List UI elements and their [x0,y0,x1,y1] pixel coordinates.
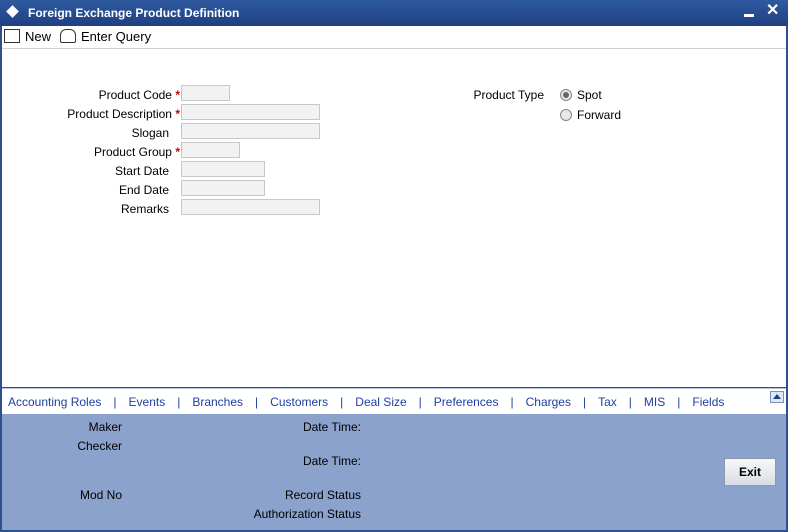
tab-branches[interactable]: Branches [192,395,243,409]
tab-events[interactable]: Events [129,395,166,409]
window-title: Foreign Exchange Product Definition [28,6,240,20]
new-document-icon [4,29,20,43]
tab-customers[interactable]: Customers [270,395,328,409]
product-code-label: Product Code * [98,88,180,102]
spot-radio[interactable] [560,89,572,101]
tab-separator: | [113,395,117,409]
end-date-input[interactable] [181,180,265,196]
tab-separator: | [582,395,587,409]
product-description-input[interactable] [181,104,320,120]
mod-no-label: Mod No [79,488,122,502]
window-diamond-icon [6,5,19,18]
product-type-label: Product Type [473,88,545,102]
minimize-button[interactable]: ▬ [744,7,754,23]
audit-footer: Maker Checker Mod No Date Time: Date Tim… [2,414,786,530]
product-description-label: Product Description * [67,107,180,121]
forward-radio[interactable] [560,109,572,121]
form-area: Product Code * Product Description * Slo… [2,49,786,387]
application-window: Foreign Exchange Product Definition ▬ ✕ … [0,0,788,532]
forward-label: Forward [577,108,622,122]
authorization-status-label: Authorization Status [253,507,361,521]
start-date-label: Start Date [114,164,169,178]
scroll-up-icon[interactable] [770,391,784,403]
slogan-input[interactable] [181,123,320,139]
checker-date-time-label: Date Time: [302,454,361,468]
product-type-spot-option[interactable]: Spot [560,88,602,102]
tab-strip: Accounting Roles | Events | Branches | C… [8,395,724,409]
maker-label: Maker [88,420,122,434]
close-button[interactable]: ✕ [766,3,779,19]
title-bar: Foreign Exchange Product Definition ▬ ✕ [0,0,788,26]
database-query-icon [60,29,76,43]
remarks-label: Remarks [120,202,169,216]
enter-query-button-label: Enter Query [81,28,152,44]
new-button[interactable]: New [4,27,51,45]
tab-fields[interactable]: Fields [692,395,724,409]
toolbar: New Enter Query [2,26,786,49]
remarks-input[interactable] [181,199,320,215]
enter-query-button[interactable]: Enter Query [60,27,151,45]
tab-accounting-roles[interactable]: Accounting Roles [8,395,101,409]
end-date-label: End Date [118,183,169,197]
product-code-input[interactable] [181,85,230,101]
new-button-label: New [25,28,52,44]
product-group-label: Product Group * [93,145,180,159]
tab-charges[interactable]: Charges [526,395,571,409]
tab-separator: | [677,395,681,409]
checker-label: Checker [77,439,122,453]
tab-deal-size[interactable]: Deal Size [355,395,406,409]
subscreen-tabs: Accounting Roles | Events | Branches | C… [2,388,786,415]
tab-separator: | [340,395,344,409]
tab-separator: | [177,395,181,409]
start-date-input[interactable] [181,161,265,177]
spot-label: Spot [577,88,602,102]
tab-preferences[interactable]: Preferences [434,395,499,409]
tab-mis[interactable]: MIS [644,395,665,409]
slogan-label: Slogan [131,126,169,140]
tab-separator: | [510,395,514,409]
tab-separator: | [418,395,422,409]
tab-tax[interactable]: Tax [598,395,617,409]
maker-date-time-label: Date Time: [302,420,361,434]
exit-button[interactable]: Exit [724,458,776,486]
tab-separator: | [628,395,632,409]
record-status-label: Record Status [284,488,361,502]
tab-separator: | [255,395,259,409]
product-group-input[interactable] [181,142,240,158]
product-type-forward-option[interactable]: Forward [560,108,621,122]
